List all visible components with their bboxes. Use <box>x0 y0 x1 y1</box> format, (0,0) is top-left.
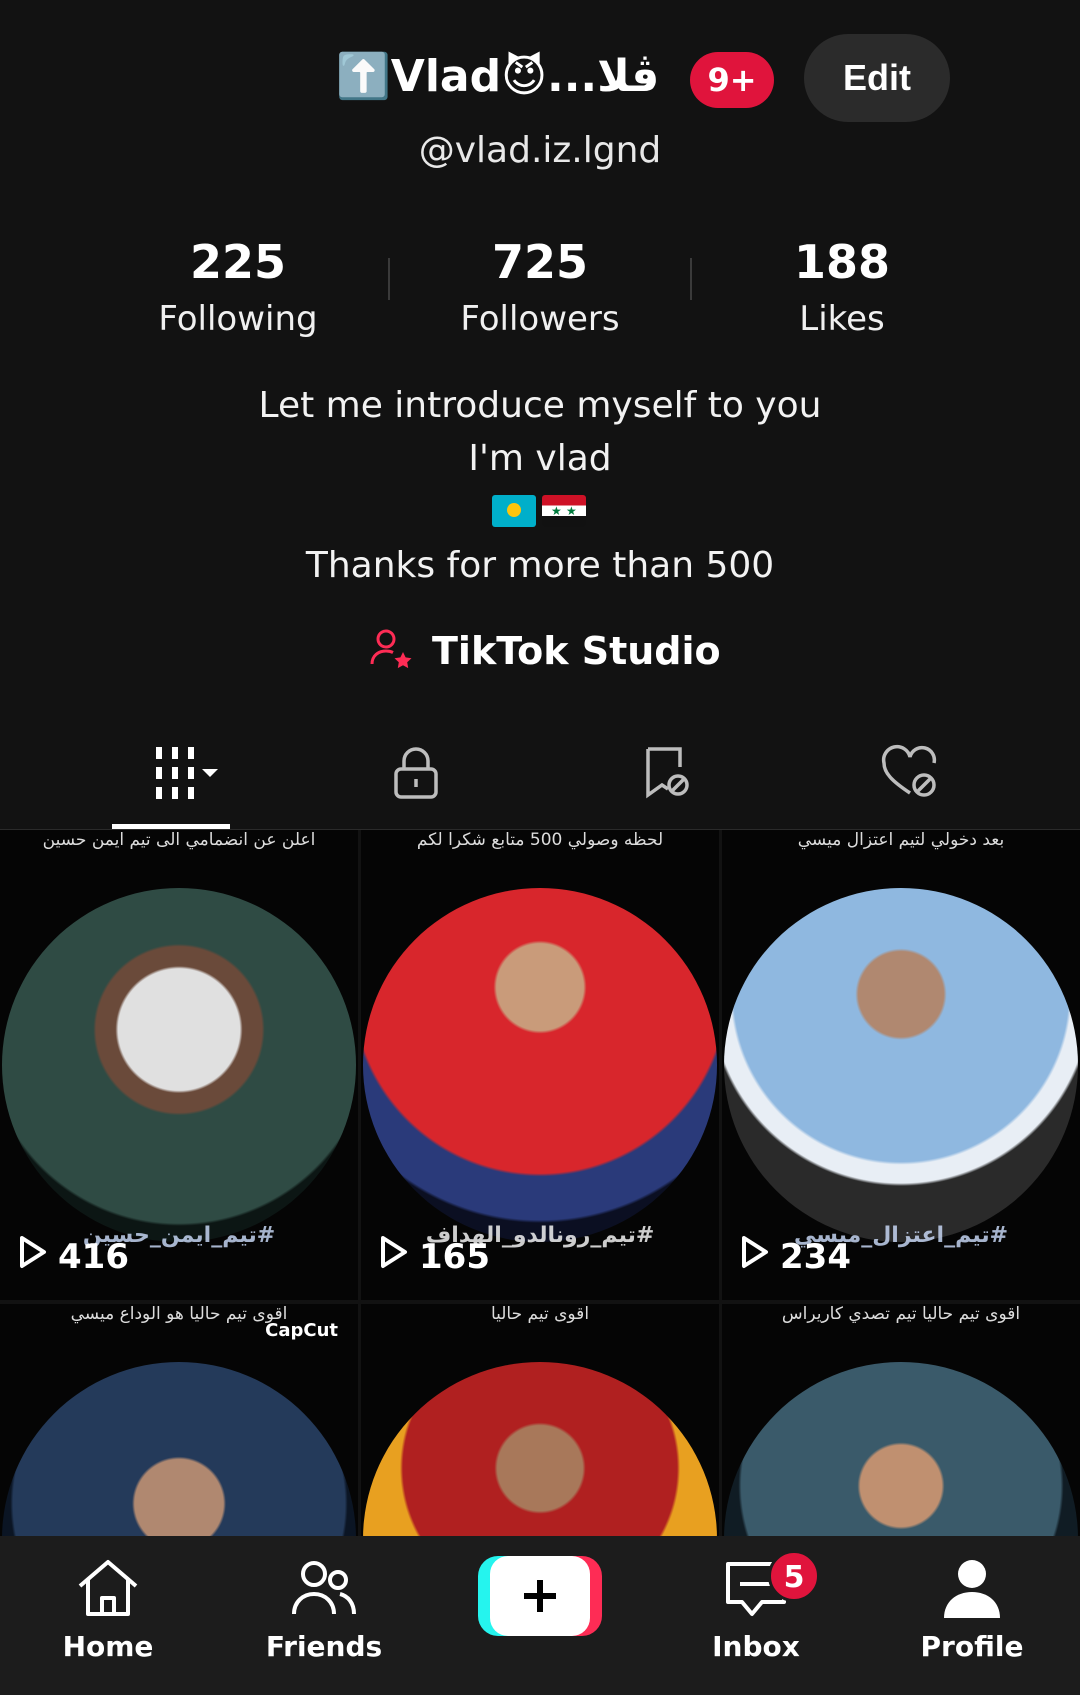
kazakhstan-flag-icon <box>492 495 536 527</box>
active-tab-indicator <box>112 824 230 829</box>
edit-profile-button[interactable]: Edit <box>804 34 950 122</box>
video-tile[interactable]: لحظه وصولي 500 متابع شكرا لكم #تيم_رونال… <box>361 830 719 1300</box>
plus-icon <box>490 1556 590 1636</box>
play-icon <box>379 1235 409 1278</box>
notifications-badge[interactable]: 9+ <box>690 52 774 108</box>
tab-favorites[interactable] <box>606 740 726 810</box>
bio-line: I'm vlad <box>468 438 612 479</box>
view-count: 416 <box>18 1235 129 1278</box>
tab-videos[interactable] <box>112 740 232 810</box>
display-name: ⬆️Vlad😈...ڤلا <box>336 51 660 102</box>
video-tile[interactable]: اعلن عن انضمامي الى تيم ايمن حسين #تيم_ا… <box>0 830 358 1300</box>
friends-icon <box>288 1561 360 1624</box>
username: @vlad.iz.lgnd <box>418 130 662 171</box>
nav-home-label: Home <box>62 1630 154 1663</box>
view-count: 234 <box>740 1235 851 1278</box>
stat-divider <box>690 258 692 300</box>
play-icon <box>740 1235 770 1278</box>
bio-flags: ★ ★ <box>492 495 586 527</box>
nav-profile-label: Profile <box>920 1630 1024 1663</box>
video-tile[interactable]: بعد دخولي لتيم اعتزال ميسي #تيم_اعتزال_م… <box>722 830 1080 1300</box>
inbox-message-icon <box>720 1562 792 1624</box>
tab-liked[interactable] <box>850 740 970 810</box>
likes-label: Likes <box>799 299 885 339</box>
view-count-value: 416 <box>58 1236 129 1277</box>
video-thumbnail <box>724 888 1078 1242</box>
video-caption: بعد دخولي لتيم اعتزال ميسي <box>797 830 1005 850</box>
bio-line: Let me introduce myself to you <box>258 385 822 426</box>
nav-friends-label: Friends <box>265 1630 383 1663</box>
following-stat[interactable]: 225 Following <box>118 235 358 339</box>
nav-profile[interactable]: Profile <box>892 1556 1052 1663</box>
likes-count: 188 <box>793 235 891 289</box>
inbox-badge: 5 <box>768 1550 820 1602</box>
profile-header: ⬆️Vlad😈...ڤلا 9+ Edit <box>0 30 1080 130</box>
tiktok-studio-link[interactable]: TikTok Studio <box>368 626 721 676</box>
creator-star-icon <box>368 626 414 676</box>
nav-friends[interactable]: Friends <box>244 1556 404 1663</box>
video-caption: اعلن عن انضمامي الى تيم ايمن حسين <box>42 830 316 850</box>
followers-label: Followers <box>460 299 620 339</box>
view-count: 165 <box>379 1235 490 1278</box>
video-caption: اقوى تيم حاليا تيم تصدي كاريراس <box>781 1304 1021 1324</box>
create-button[interactable] <box>478 1556 602 1636</box>
video-thumbnail <box>2 888 356 1242</box>
lock-icon <box>388 745 444 805</box>
play-icon <box>18 1235 48 1278</box>
nav-inbox-label: Inbox <box>712 1630 800 1663</box>
likes-stat[interactable]: 188 Likes <box>722 235 962 339</box>
view-count-value: 165 <box>419 1236 490 1277</box>
tiktok-studio-label: TikTok Studio <box>432 629 721 673</box>
video-caption: اقوى تيم حاليا <box>490 1304 590 1324</box>
videos-grid-icon <box>126 745 218 805</box>
capcut-watermark: CapCut <box>265 1320 338 1341</box>
bio-line: Thanks for more than 500 <box>305 545 775 586</box>
tab-private[interactable] <box>356 740 476 810</box>
view-count-value: 234 <box>780 1236 851 1277</box>
following-label: Following <box>158 299 318 339</box>
profile-tabs <box>0 720 1080 830</box>
video-caption: لحظه وصولي 500 متابع شكرا لكم <box>416 830 664 850</box>
syria-flag-icon: ★ ★ <box>542 495 586 527</box>
favorites-bookmark-icon <box>636 743 696 807</box>
followers-count: 725 <box>491 235 589 289</box>
liked-heart-icon <box>878 743 942 807</box>
following-count: 225 <box>189 235 287 289</box>
home-icon <box>72 1560 144 1624</box>
profile-icon <box>936 1560 1008 1624</box>
video-thumbnail <box>363 888 717 1242</box>
nav-home[interactable]: Home <box>28 1556 188 1663</box>
stat-divider <box>388 258 390 300</box>
followers-stat[interactable]: 725 Followers <box>420 235 660 339</box>
bottom-nav: Home Friends Inbox 5 Profile <box>0 1536 1080 1695</box>
